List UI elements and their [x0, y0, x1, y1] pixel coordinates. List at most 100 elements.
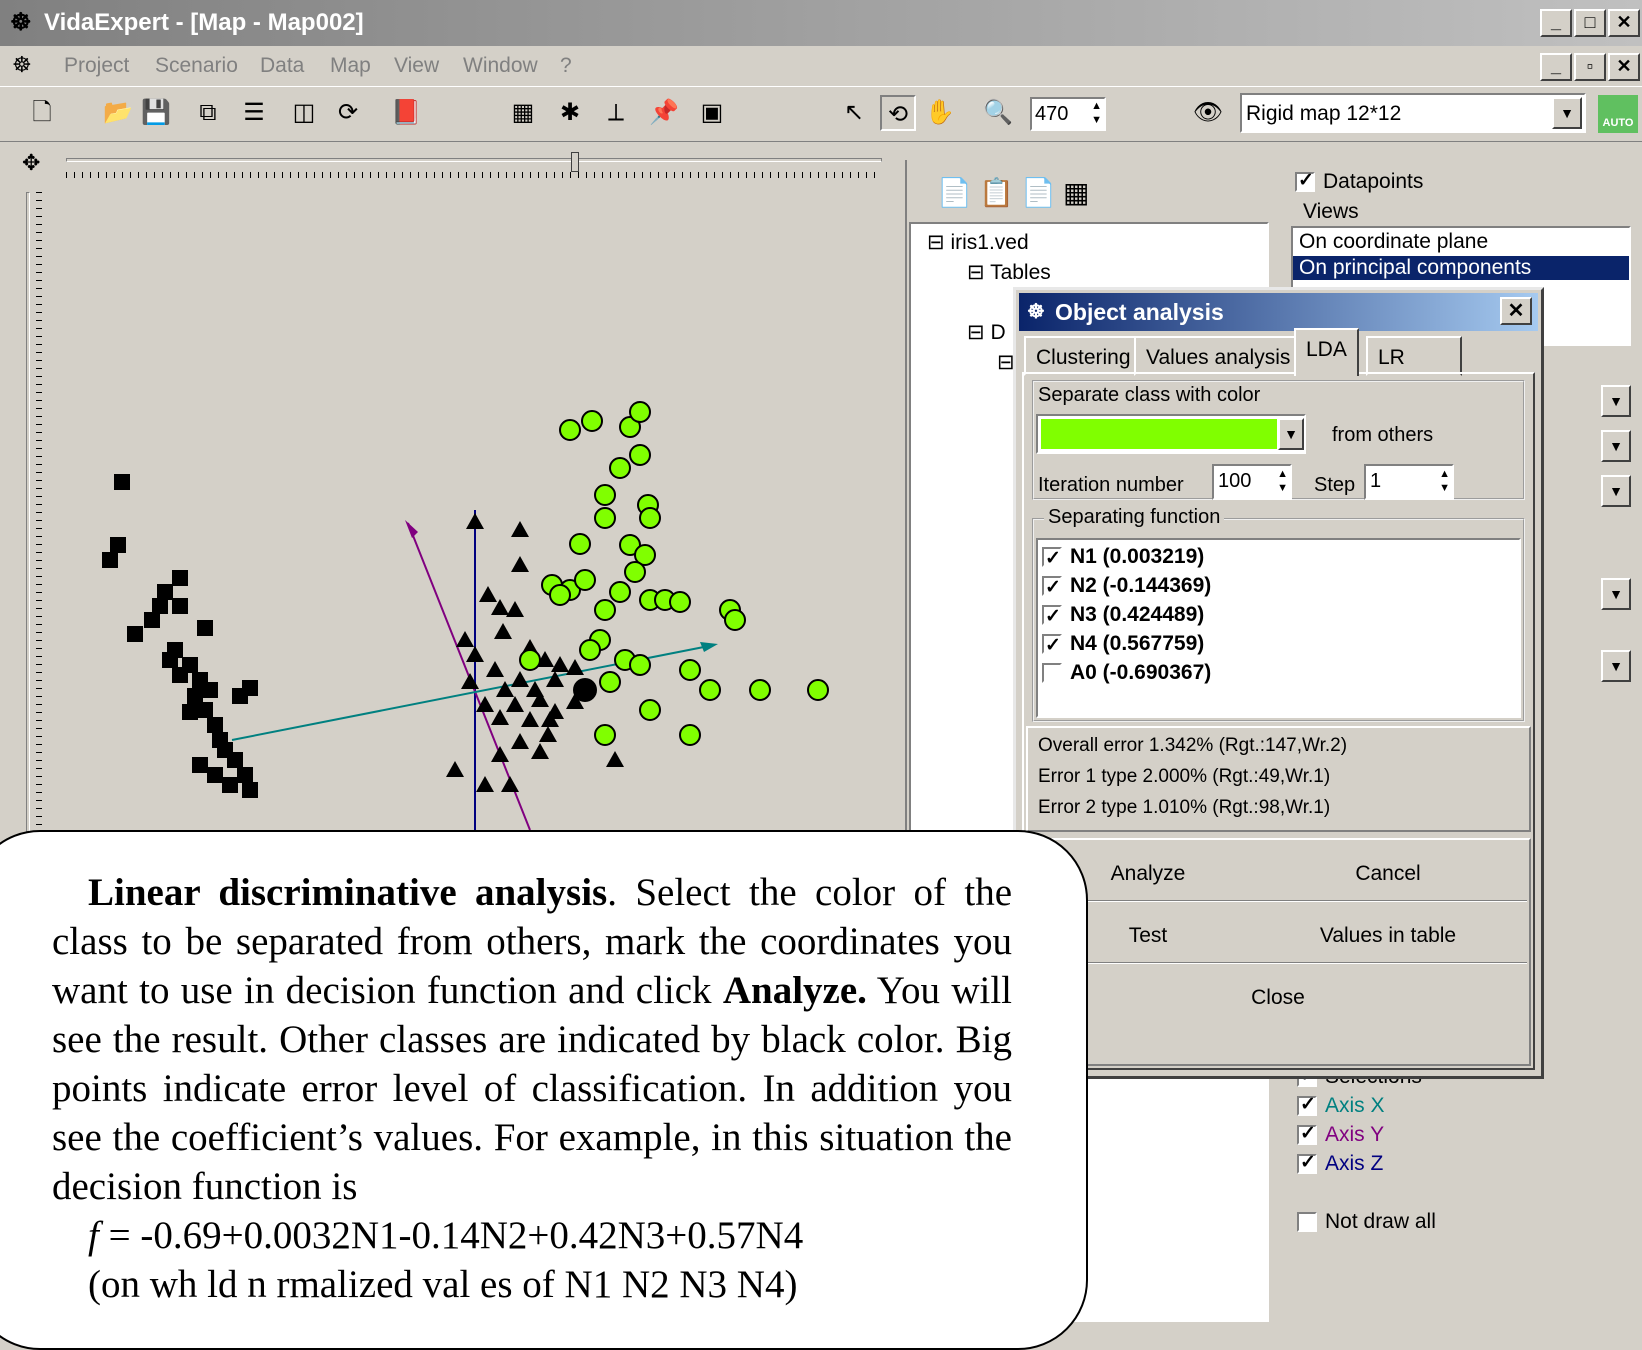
tile-horizontal-icon[interactable]: ☰: [236, 95, 272, 131]
table-icon[interactable]: ▦: [505, 95, 541, 131]
data-point-triangle: [539, 726, 557, 742]
tree-node-root[interactable]: ⊟ iris1.ved: [927, 230, 1029, 255]
chevron-down-icon[interactable]: ▼: [1601, 475, 1631, 507]
menu-window[interactable]: Window: [463, 54, 538, 78]
tab-lr[interactable]: LR: [1366, 336, 1462, 376]
eye-icon[interactable]: 👁: [1190, 95, 1226, 131]
minimize-button[interactable]: _: [1540, 9, 1572, 37]
chevron-down-icon[interactable]: ▼: [1601, 430, 1631, 462]
menu-data[interactable]: Data: [260, 54, 304, 78]
option-checkbox-axis-z[interactable]: Axis Z: [1297, 1151, 1383, 1176]
clusters-icon[interactable]: ✱: [552, 95, 588, 131]
zoom-spin-icon[interactable]: ▲ ▼: [1091, 99, 1102, 127]
class-color-select[interactable]: ▼: [1036, 414, 1306, 454]
map-type-select[interactable]: Rigid map 12*12 ▼: [1240, 93, 1586, 133]
frame-icon[interactable]: ▣: [694, 95, 730, 131]
coefficient-checkbox[interactable]: N2 (-0.144369): [1042, 571, 1515, 602]
dialog-app-icon: ☸: [1027, 301, 1045, 323]
hand-icon[interactable]: ✋: [922, 95, 958, 131]
close-button[interactable]: ✕: [1608, 9, 1640, 37]
data-point-square: [197, 702, 213, 718]
spin-icon[interactable]: ▲ ▼: [1277, 467, 1288, 495]
coefficient-checkbox[interactable]: N3 (0.424489): [1042, 600, 1515, 631]
zoom-input[interactable]: 470 ▲ ▼: [1030, 97, 1106, 131]
callout-last-line: (on wh ld n rmalized val es of N1 N2 N3 …: [88, 1263, 798, 1306]
doc-arrow-icon[interactable]: 📄: [937, 176, 972, 209]
not-draw-all-checkbox[interactable]: Not draw all: [1297, 1210, 1436, 1234]
title-bar: ☸ VidaExpert - [Map - Map002] _ □ ✕: [0, 0, 1642, 46]
zoom-icon[interactable]: 🔍: [980, 95, 1016, 131]
book-icon[interactable]: 📕: [388, 95, 424, 131]
view-item-coordinate-plane[interactable]: On coordinate plane: [1293, 228, 1629, 256]
menu-scenario[interactable]: Scenario: [155, 54, 238, 78]
data-point-circle: [629, 444, 651, 466]
doc-export-icon[interactable]: 📄: [1021, 176, 1056, 209]
menu-map[interactable]: Map: [330, 54, 371, 78]
data-point-triangle: [511, 671, 529, 687]
view-item-principal-components[interactable]: On principal components: [1293, 256, 1629, 280]
horizontal-slider[interactable]: [66, 152, 886, 182]
coefficient-list[interactable]: N1 (0.003219)N2 (-0.144369)N3 (0.424489)…: [1036, 538, 1521, 718]
values-in-table-button[interactable]: Values in table: [1278, 924, 1498, 948]
iteration-label: Iteration number: [1038, 474, 1184, 496]
step-input[interactable]: 1 ▲ ▼: [1364, 464, 1454, 500]
data-point-triangle: [476, 776, 494, 792]
data-point-square: [237, 767, 253, 783]
data-point-square: [192, 757, 208, 773]
separate-class-group: Separate class with color ▼ from others …: [1032, 380, 1525, 500]
doc-grid-icon[interactable]: ▦: [1063, 176, 1089, 209]
save-icon[interactable]: 💾: [138, 95, 174, 131]
menu-help[interactable]: ?: [560, 54, 572, 78]
rotate-icon[interactable]: ⟲: [880, 95, 916, 131]
auto-icon[interactable]: AUTO: [1598, 95, 1638, 133]
tile-vertical-icon[interactable]: ◫: [286, 95, 322, 131]
data-point-circle: [629, 401, 651, 423]
option-checkbox-axis-y[interactable]: Axis Y: [1297, 1122, 1384, 1147]
pointer-icon[interactable]: ↖: [836, 95, 872, 131]
chevron-down-icon[interactable]: ▼: [1601, 385, 1631, 417]
data-point-square: [172, 667, 188, 683]
toolbar: 🗋 📂 💾 ⧉ ☰ ◫ ⟳ 📕 ▦ ✱ ⟂ 📌 ▣ ↖ ⟲ ✋ 🔍 470 ▲ ▼…: [0, 86, 1642, 142]
coefficient-checkbox[interactable]: N4 (0.567759): [1042, 629, 1515, 660]
tree-expander[interactable]: ⊟: [997, 350, 1015, 375]
cascade-icon[interactable]: ⧉: [190, 95, 226, 131]
chevron-down-icon[interactable]: ▼: [1601, 578, 1631, 610]
option-checkbox-axis-x[interactable]: Axis X: [1297, 1093, 1385, 1118]
new-file-icon[interactable]: 🗋: [24, 95, 60, 131]
cancel-button[interactable]: Cancel: [1278, 862, 1498, 886]
axes-icon[interactable]: ⟂: [598, 95, 634, 131]
tab-lda[interactable]: LDA: [1294, 328, 1359, 376]
data-point-square: [207, 767, 223, 783]
data-point-square: [144, 612, 160, 628]
datapoints-checkbox[interactable]: Datapoints: [1295, 169, 1423, 194]
doc-minimize-button[interactable]: _: [1540, 53, 1572, 81]
coefficient-checkbox[interactable]: N1 (0.003219): [1042, 542, 1515, 573]
data-point-square: [222, 777, 238, 793]
doc-restore-button[interactable]: ▫: [1574, 53, 1606, 81]
pin-icon[interactable]: 📌: [646, 95, 682, 131]
arrange-icon[interactable]: ⟳: [330, 95, 366, 131]
tab-clustering[interactable]: Clustering: [1024, 336, 1143, 376]
menu-view[interactable]: View: [394, 54, 439, 78]
iteration-input[interactable]: 100 ▲ ▼: [1212, 464, 1292, 500]
open-folder-icon[interactable]: 📂: [100, 95, 136, 131]
tree-node-tables[interactable]: ⊟ Tables: [967, 260, 1051, 285]
decision-formula: f = -0.69+0.0032N1-0.14N2+0.42N3+0.57N4: [88, 1214, 804, 1257]
maximize-button[interactable]: □: [1574, 9, 1606, 37]
close-icon[interactable]: ✕: [1500, 297, 1532, 325]
menu-project[interactable]: Project: [64, 54, 129, 78]
tab-values-analysis[interactable]: Values analysis: [1134, 336, 1303, 376]
tree-node-d[interactable]: ⊟ D: [967, 320, 1006, 345]
doc-list-icon[interactable]: 📋: [979, 176, 1014, 209]
ruler-origin-icon[interactable]: ✥: [22, 150, 40, 176]
chevron-down-icon[interactable]: ▼: [1552, 97, 1582, 129]
spin-icon[interactable]: ▲ ▼: [1439, 467, 1450, 495]
views-label: Views: [1303, 200, 1359, 223]
data-point-triangle: [506, 601, 524, 617]
chevron-down-icon[interactable]: ▼: [1278, 418, 1304, 450]
coefficient-checkbox[interactable]: A0 (-0.690367): [1042, 658, 1515, 687]
doc-close-button[interactable]: ✕: [1608, 53, 1640, 81]
close-dialog-button[interactable]: Close: [1168, 986, 1388, 1010]
chevron-down-icon[interactable]: ▼: [1601, 650, 1631, 682]
data-point-circle: [569, 533, 591, 555]
